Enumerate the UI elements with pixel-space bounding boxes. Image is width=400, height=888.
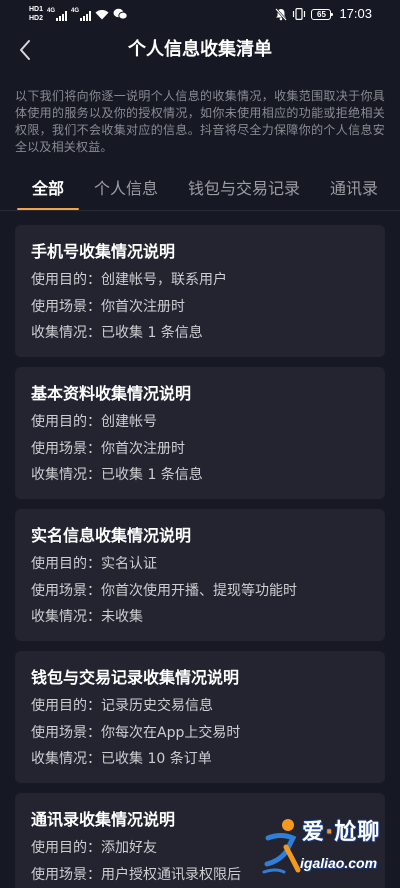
card-title: 基本资料收集情况说明 xyxy=(31,384,192,403)
line-value: 你首次注册时 xyxy=(101,298,185,315)
sim2-signal: 4G xyxy=(71,7,92,21)
card-scenario-line: 使用场景：你首次注册时 xyxy=(31,436,369,463)
line-label: 使用目的： xyxy=(31,840,101,856)
line-label: 使用场景： xyxy=(31,582,101,599)
tab-contacts[interactable]: 通讯录 xyxy=(315,168,393,210)
card-purpose-line: 使用目的：创建帐号，联系用户 xyxy=(31,267,369,294)
card-scenario-line: 使用场景：用户授权通讯录权限后 xyxy=(31,862,369,888)
line-label: 收集情况： xyxy=(31,467,101,483)
tab-wallet-transactions[interactable]: 钱包与交易记录 xyxy=(173,168,315,210)
line-value: 添加好友 xyxy=(101,840,157,856)
tab-all[interactable]: 全部 xyxy=(17,168,80,210)
card-scenario-line: 使用场景：你首次注册时 xyxy=(31,294,369,321)
line-value: 你首次使用开播、提现等功能时 xyxy=(101,582,297,599)
tab-label: 个人信息 xyxy=(94,179,159,198)
wifi-icon xyxy=(95,9,109,19)
sim1-network-label: 4G xyxy=(47,7,56,14)
tab-personal-info[interactable]: 个人信息 xyxy=(79,168,173,210)
line-value: 你每次在App上交易时 xyxy=(101,724,241,741)
sim2-network-label: 4G xyxy=(71,7,80,14)
tab-label: 全部 xyxy=(32,179,65,198)
line-value: 已收集 1 条信息 xyxy=(101,467,203,483)
battery-icon: 65 xyxy=(311,8,334,20)
line-label: 使用场景： xyxy=(31,866,101,883)
hd1-label: HD1 xyxy=(29,6,44,13)
status-bar: HD1 HD2 4G 4G 65 17:03 xyxy=(0,0,400,28)
card-purpose-line: 使用目的：创建帐号 xyxy=(31,409,369,436)
line-value: 用户授权通讯录权限后 xyxy=(101,866,241,883)
sim1-signal: 4G xyxy=(47,7,68,21)
info-card-wallet-transactions[interactable]: 钱包与交易记录收集情况说明 使用目的：记录历史交易信息 使用场景：你每次在App… xyxy=(15,651,385,783)
line-value: 未收集 xyxy=(101,609,143,625)
info-card-basic-profile[interactable]: 基本资料收集情况说明 使用目的：创建帐号 使用场景：你首次注册时 收集情况：已收… xyxy=(15,367,385,499)
tab-label: 通讯录 xyxy=(330,179,379,198)
line-value: 创建帐号，联系用户 xyxy=(101,272,227,288)
info-card-real-name[interactable]: 实名信息收集情况说明 使用目的：实名认证 使用场景：你首次使用开播、提现等功能时… xyxy=(15,509,385,641)
tabs-divider xyxy=(0,210,400,211)
battery-level: 65 xyxy=(317,9,326,19)
status-bar-right: 65 17:03 xyxy=(275,0,372,28)
card-scenario-line: 使用场景：你每次在App上交易时 xyxy=(31,720,369,747)
card-title: 通讯录收集情况说明 xyxy=(31,810,176,829)
card-status-line: 收集情况：已收集 1 条信息 xyxy=(31,462,369,489)
signal-icon xyxy=(80,10,92,21)
line-label: 使用目的： xyxy=(31,556,101,572)
line-value: 创建帐号 xyxy=(101,414,157,430)
line-label: 使用场景： xyxy=(31,440,101,457)
card-title: 实名信息收集情况说明 xyxy=(31,526,192,545)
line-value: 你首次注册时 xyxy=(101,440,185,457)
bell-off-icon xyxy=(275,7,288,21)
card-purpose-line: 使用目的：记录历史交易信息 xyxy=(31,693,369,720)
card-title: 钱包与交易记录收集情况说明 xyxy=(31,668,240,687)
collection-card-list: 手机号收集情况说明 使用目的：创建帐号，联系用户 使用场景：你首次注册时 收集情… xyxy=(15,225,385,888)
card-status-line: 收集情况：未收集 xyxy=(31,604,369,631)
privacy-collection-screen: HD1 HD2 4G 4G 65 17:03 个人信息收集清单 以下我们将向你逐… xyxy=(0,0,400,888)
line-label: 收集情况： xyxy=(31,325,101,341)
line-label: 使用场景： xyxy=(31,724,101,741)
wechat-icon xyxy=(113,8,128,20)
card-status-line: 收集情况：已收集 10 条订单 xyxy=(31,746,369,773)
card-title: 手机号收集情况说明 xyxy=(31,242,176,261)
tab-label: 钱包与交易记录 xyxy=(188,179,301,198)
line-label: 使用场景： xyxy=(31,298,101,315)
clock: 17:03 xyxy=(339,6,372,21)
page-title: 个人信息收集清单 xyxy=(128,39,272,60)
line-label: 收集情况： xyxy=(31,609,101,625)
status-bar-left: HD1 HD2 4G 4G xyxy=(29,0,128,28)
info-card-contacts[interactable]: 通讯录收集情况说明 使用目的：添加好友 使用场景：用户授权通讯录权限后 xyxy=(15,793,385,888)
hd2-label: HD2 xyxy=(29,15,44,22)
line-value: 记录历史交易信息 xyxy=(101,698,213,714)
line-value: 实名认证 xyxy=(101,556,157,572)
back-button[interactable] xyxy=(11,34,39,66)
line-label: 使用目的： xyxy=(31,414,101,430)
line-label: 使用目的： xyxy=(31,272,101,288)
signal-icon xyxy=(56,10,68,21)
line-value: 已收集 10 条订单 xyxy=(101,751,212,767)
chevron-left-icon xyxy=(20,40,30,60)
card-status-line: 收集情况：已收集 1 条信息 xyxy=(31,320,369,347)
hd-indicators: HD1 HD2 xyxy=(29,6,43,22)
line-label: 收集情况： xyxy=(31,751,101,767)
card-purpose-line: 使用目的：添加好友 xyxy=(31,835,369,862)
nav-header: 个人信息收集清单 xyxy=(0,28,400,72)
line-value: 已收集 1 条信息 xyxy=(101,325,203,341)
line-label: 使用目的： xyxy=(31,698,101,714)
card-scenario-line: 使用场景：你首次使用开播、提现等功能时 xyxy=(31,578,369,605)
category-tabs: 全部 个人信息 钱包与交易记录 通讯录 xyxy=(0,168,400,210)
info-card-phone-number[interactable]: 手机号收集情况说明 使用目的：创建帐号，联系用户 使用场景：你首次注册时 收集情… xyxy=(15,225,385,357)
intro-paragraph: 以下我们将向你逐一说明个人信息的收集情况，收集范围取决于你具体使用的服务以及你的… xyxy=(15,89,385,154)
card-purpose-line: 使用目的：实名认证 xyxy=(31,551,369,578)
vibrate-icon xyxy=(293,8,306,20)
